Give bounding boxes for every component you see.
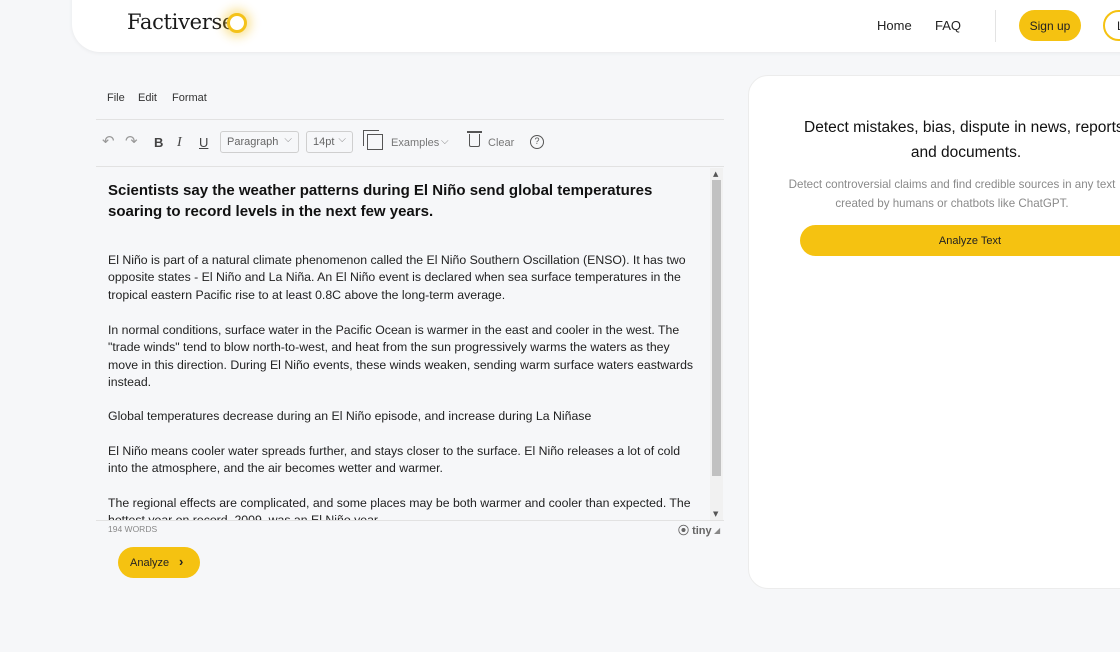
- chevron-down-icon[interactable]: ⌵: [441, 136, 449, 147]
- nav-home-link[interactable]: Home: [877, 18, 912, 33]
- editor-content[interactable]: Scientists say the weather patterns duri…: [96, 168, 710, 520]
- trash-icon[interactable]: [467, 131, 482, 147]
- panel-title: Detect mistakes, bias, dispute in news, …: [804, 119, 1120, 161]
- signup-button[interactable]: Sign up: [1019, 10, 1081, 41]
- redo-icon[interactable]: ↷: [125, 132, 138, 150]
- editor-menubar: File Edit Format: [96, 86, 724, 120]
- block-format-value: Paragraph: [227, 136, 279, 148]
- scroll-up-icon[interactable]: ▲: [713, 170, 718, 178]
- login-button[interactable]: L: [1103, 10, 1120, 41]
- sun-icon: [227, 13, 247, 33]
- document-heading: Scientists say the weather patterns duri…: [108, 182, 653, 220]
- scroll-down-icon[interactable]: ▼: [713, 510, 718, 518]
- tiny-brand-label: tiny: [692, 525, 712, 537]
- scroll-thumb[interactable]: [712, 180, 721, 476]
- editor-statusbar: 194 WORDS ⦿ tiny ◢: [96, 520, 724, 538]
- editor-toolbar: ↶ ↷ B I U Paragraph ⌵ 14pt ⌵ Examples ⌵ …: [96, 121, 724, 167]
- bold-button[interactable]: B: [154, 135, 163, 150]
- chevron-right-icon: ›: [179, 554, 184, 569]
- examples-button[interactable]: Examples: [391, 137, 439, 149]
- italic-button[interactable]: I: [177, 135, 182, 151]
- clear-button[interactable]: Clear: [488, 137, 514, 149]
- document-paragraph: In normal conditions, surface water in t…: [108, 323, 694, 390]
- examples-icon[interactable]: [363, 130, 383, 150]
- analyze-text-button[interactable]: Analyze Text: [800, 225, 1120, 256]
- word-count[interactable]: 194 WORDS: [108, 524, 157, 534]
- menu-format[interactable]: Format: [172, 92, 207, 104]
- document-paragraph: Global temperatures decrease during an E…: [108, 409, 592, 423]
- tiny-brand-link[interactable]: ⦿ tiny: [678, 522, 712, 538]
- editor-scrollbar[interactable]: ▲ ▼: [710, 168, 723, 520]
- panel-subtitle: Detect controversial claims and find cre…: [787, 175, 1120, 213]
- resize-icon[interactable]: ◢: [714, 526, 720, 535]
- help-icon[interactable]: ?: [530, 135, 544, 149]
- chevron-down-icon: ⌵: [284, 134, 292, 145]
- analyze-label: Analyze: [130, 556, 170, 569]
- analyze-button[interactable]: Analyze ›: [118, 547, 200, 578]
- font-size-select[interactable]: 14pt ⌵: [306, 131, 353, 153]
- menu-edit[interactable]: Edit: [138, 92, 157, 104]
- chevron-down-icon: ⌵: [338, 134, 346, 145]
- underline-button[interactable]: U: [199, 135, 208, 150]
- document-paragraph: El Niño means cooler water spreads furth…: [108, 444, 681, 476]
- nav-faq-link[interactable]: FAQ: [935, 18, 961, 33]
- block-format-select[interactable]: Paragraph ⌵: [220, 131, 299, 153]
- undo-icon[interactable]: ↶: [102, 132, 115, 150]
- panel-subtitle-text: Detect controversial claims and find cre…: [788, 178, 1116, 210]
- nav-divider: [995, 10, 996, 42]
- document-paragraph: The regional effects are complicated, an…: [108, 496, 691, 520]
- logo-text[interactable]: Factiverse: [127, 10, 234, 34]
- top-header: Factiverse Home FAQ Sign up L: [72, 0, 1120, 52]
- info-panel: Detect mistakes, bias, dispute in news, …: [748, 75, 1120, 589]
- document-paragraph: El Niño is part of a natural climate phe…: [108, 253, 686, 302]
- menu-file[interactable]: File: [107, 92, 125, 104]
- font-size-value: 14pt: [313, 136, 335, 148]
